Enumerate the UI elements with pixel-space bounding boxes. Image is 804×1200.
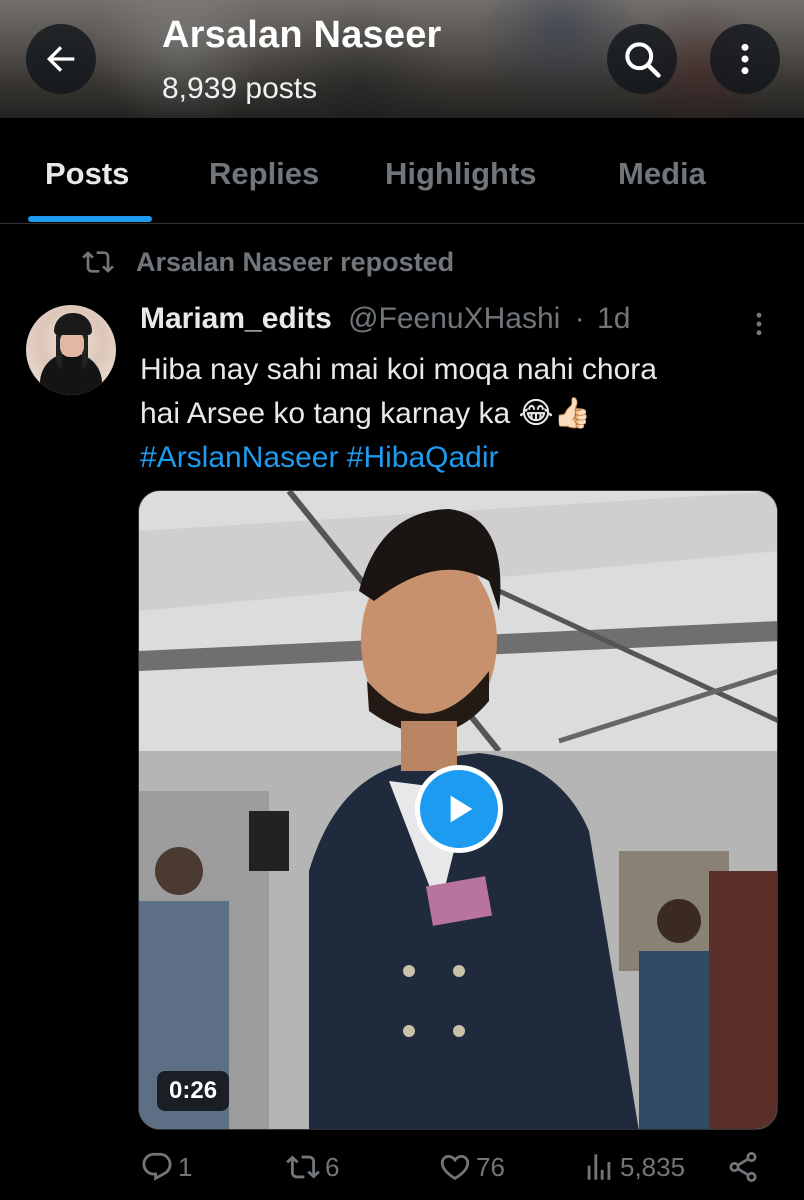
tweet-header: Mariam_edits @FeenuXHashi · 1d [140,302,630,336]
reply-count: 1 [178,1151,193,1182]
tab-posts[interactable]: Posts [45,156,129,192]
video-player[interactable]: 0:26 [138,490,778,1130]
tweet-time[interactable]: 1d [597,302,630,335]
tab-replies[interactable]: Replies [209,156,319,192]
profile-tabs: Posts Replies Highlights Media [0,118,804,224]
search-button[interactable] [607,24,677,94]
more-options-button[interactable] [710,24,780,94]
reply-icon [142,1152,172,1181]
views-icon [587,1154,611,1180]
arrow-left-icon [47,46,75,72]
tweet-text-line: hai Arsee ko tang karnay ka 😂👍🏻 [140,397,591,430]
tweet-more-button[interactable] [744,306,774,347]
tab-highlights[interactable]: Highlights [385,156,537,192]
repost-label: Arsalan Naseer reposted [136,246,455,277]
hashtag-link[interactable]: #HibaQadir [347,441,499,474]
tab-media[interactable]: Media [618,156,706,192]
like-button[interactable]: 76 [438,1150,505,1184]
repost-icon [286,1155,320,1179]
views-button[interactable]: 5,835 [582,1150,685,1184]
hashtag-link[interactable]: #ArslanNaseer [140,441,338,474]
more-vertical-icon [741,43,749,75]
avatar[interactable] [26,305,116,395]
like-count: 76 [476,1151,505,1182]
reply-button[interactable]: 1 [140,1150,192,1184]
back-button[interactable] [26,24,96,94]
tweet-text: Hiba nay sahi mai koi moqa nahi chora ha… [140,348,780,480]
video-duration: 0:26 [157,1071,230,1111]
play-button[interactable] [415,765,503,853]
profile-name: Arsalan Naseer [162,14,442,56]
repost-count: 6 [325,1151,340,1182]
active-tab-indicator [28,216,152,222]
repost-context[interactable]: Arsalan Naseer reposted [80,246,454,278]
heart-icon [440,1154,470,1180]
author-handle[interactable]: @FeenuXHashi [348,302,560,335]
tweet-actions: 1 6 76 5,835 [0,1150,804,1194]
repost-button[interactable]: 6 [285,1150,339,1184]
more-vertical-icon [756,312,762,336]
share-icon [729,1152,757,1182]
tweet-text-line: Hiba nay sahi mai koi moqa nahi chora [140,353,657,386]
search-icon [625,42,661,78]
repost-icon [82,251,114,273]
view-count: 5,835 [620,1151,686,1182]
meta-separator: · [574,302,585,335]
post-count: 8,939 posts [162,72,318,105]
play-icon [450,795,473,823]
profile-header: Arsalan Naseer 8,939 posts [0,0,804,118]
author-display-name[interactable]: Mariam_edits [140,302,332,335]
share-button[interactable] [726,1150,760,1184]
